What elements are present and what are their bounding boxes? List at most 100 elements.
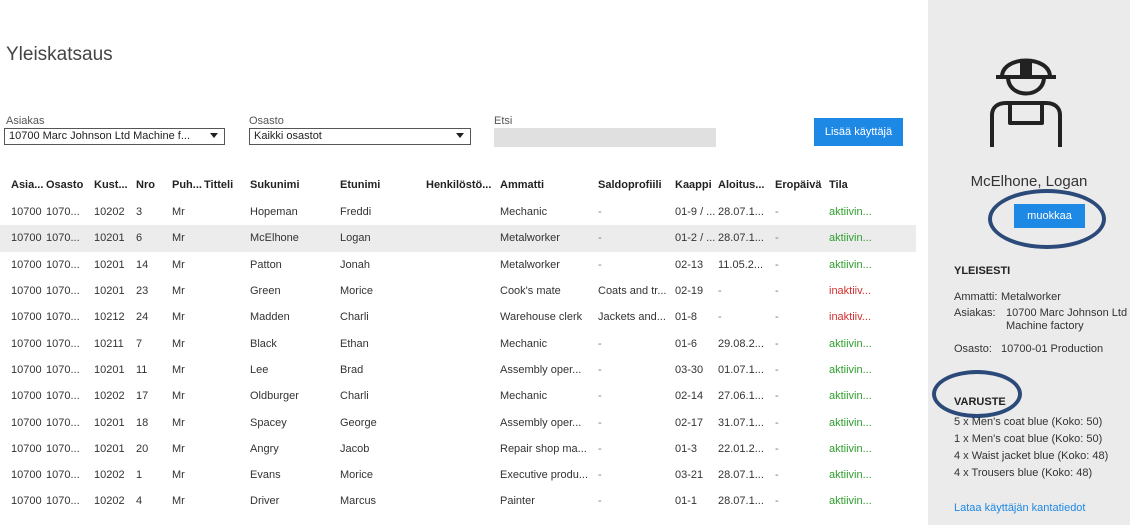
table-cell: 01-3 <box>675 442 698 455</box>
page-title: Yleiskatsaus <box>6 44 113 65</box>
table-row[interactable]: 10700 1070... 10201 18 Mr Spacey George Assembl… <box>0 409 916 435</box>
table-cell: 10202 <box>94 390 125 403</box>
table-cell <box>426 225 500 252</box>
column-header[interactable]: Kaappi <box>675 171 718 199</box>
table-cell <box>426 304 500 330</box>
customer-filter-label: Asiakas <box>6 115 45 127</box>
table-header-row: Asia... Osasto Kust... Nro Puh... Titteli Suku… <box>0 171 916 199</box>
table-cell: Mr <box>172 495 185 508</box>
table-cell <box>204 488 250 514</box>
table-row[interactable]: 10700 1070... 10201 6 Mr McElhone Logan Metalwo… <box>0 225 916 252</box>
table-cell <box>204 462 250 488</box>
table-cell: - <box>598 206 602 219</box>
table-cell <box>204 199 250 225</box>
column-header[interactable]: Kust... <box>94 171 136 199</box>
table-cell <box>426 488 500 514</box>
table-cell: 1070... <box>46 337 80 350</box>
table-cell: inaktiiv... <box>829 285 871 298</box>
table-cell: 1070... <box>46 442 80 455</box>
column-header[interactable]: Puh... <box>172 171 204 199</box>
table-cell: Ethan <box>340 337 369 350</box>
table-row[interactable]: 10700 1070... 10202 4 Mr Driver Marcus Painter -… <box>0 488 916 514</box>
table-cell: Mr <box>172 337 185 350</box>
column-header[interactable]: Nro <box>136 171 172 199</box>
table-row[interactable]: 10700 1070... 10202 3 Mr Hopeman Freddi Mechani… <box>0 199 916 225</box>
column-header[interactable]: Etunimi <box>340 171 426 199</box>
table-cell: 6 <box>136 225 172 252</box>
table-cell: 10700 <box>11 390 42 403</box>
table-cell <box>204 225 250 252</box>
customer-select-value: 10700 Marc Johnson Ltd Machine f... <box>9 130 190 142</box>
table-row[interactable]: 10700 1070... 10212 24 Mr Madden Charli Warehou… <box>0 304 916 330</box>
table-row[interactable]: 10700 1070... 10202 1 Mr Evans Morice Executive… <box>0 462 916 488</box>
occupation-info: Ammatti: Metalworker <box>954 291 1061 304</box>
table-cell: 29.08.2... <box>718 337 764 350</box>
table-cell: aktiivin... <box>829 442 872 455</box>
table-cell: 01-8 <box>675 311 698 324</box>
table-cell: 14 <box>136 258 149 271</box>
table-cell: McElhone <box>250 225 340 252</box>
table-cell: - <box>775 390 779 403</box>
table-cell: Green <box>250 285 281 298</box>
table-cell: 03-21 <box>675 469 704 482</box>
users-table: Asia... Osasto Kust... Nro Puh... Titteli Suku… <box>0 171 916 515</box>
table-cell <box>204 330 250 356</box>
table-cell: - <box>598 258 602 271</box>
table-cell: Driver <box>250 495 280 508</box>
column-header[interactable]: Tila <box>829 171 916 199</box>
table-cell: 10700 <box>11 416 42 429</box>
column-header[interactable]: Sukunimi <box>250 171 340 199</box>
table-cell: Mr <box>172 311 185 324</box>
column-header[interactable]: Titteli <box>204 171 250 199</box>
equipment-item: 4 x Waist jacket blue (Koko: 48) <box>954 450 1109 462</box>
table-cell: 02-17 <box>675 416 704 429</box>
column-header[interactable]: Osasto <box>46 171 94 199</box>
table-cell: 22.01.2... <box>718 442 764 455</box>
table-cell: 20 <box>136 442 149 455</box>
department-info: Osasto: 10700-01 Production <box>954 343 1103 356</box>
table-cell <box>204 278 250 304</box>
customer-select[interactable]: 10700 Marc Johnson Ltd Machine f... <box>4 128 225 145</box>
column-header[interactable]: Henkilöstö... <box>426 171 500 199</box>
table-cell: - <box>775 225 829 252</box>
worker-avatar-icon <box>990 58 1062 147</box>
table-row[interactable]: 10700 1070... 10201 11 Mr Lee Brad Assembly ope… <box>0 357 916 383</box>
table-cell: aktiivin... <box>829 416 872 429</box>
table-cell: 02-13 <box>675 258 704 271</box>
table-cell <box>426 357 500 383</box>
add-user-button[interactable]: Lisää käyttäjä <box>814 118 903 146</box>
chevron-down-icon <box>456 133 464 138</box>
table-cell: 1070... <box>46 258 80 271</box>
search-input[interactable] <box>494 128 716 147</box>
table-row[interactable]: 10700 1070... 10202 17 Mr Oldburger Charli Mech… <box>0 383 916 409</box>
table-cell: 28.07.1... <box>718 469 764 482</box>
equipment-list: 5 x Men's coat blue (Koko: 50) 1 x Men's… <box>954 414 1108 482</box>
table-cell: Mr <box>172 469 185 482</box>
table-row[interactable]: 10700 1070... 10201 20 Mr Angry Jacob Repair sh… <box>0 436 916 462</box>
download-user-data-link[interactable]: Lataa käyttäjän kantatiedot <box>954 502 1085 514</box>
column-header[interactable]: Saldoprofiili <box>598 171 675 199</box>
column-header[interactable]: Asia... <box>0 171 46 199</box>
table-cell: 17 <box>136 390 149 403</box>
customer-value-line1: 10700 Marc Johnson Ltd <box>1006 307 1128 319</box>
table-cell: Executive produ... <box>500 469 589 482</box>
table-cell: 10201 <box>94 416 125 429</box>
table-cell: Jonah <box>340 258 370 271</box>
table-cell: 1070... <box>46 285 80 298</box>
department-select[interactable]: Kaikki osastot <box>249 128 471 145</box>
table-cell: Black <box>250 337 277 350</box>
column-header[interactable]: Eropäivä <box>775 171 829 199</box>
table-cell: 3 <box>136 206 143 219</box>
table-cell: aktiivin... <box>829 225 916 252</box>
table-cell: Lee <box>250 363 269 376</box>
table-cell: 31.07.1... <box>718 416 764 429</box>
table-cell: 24 <box>136 311 149 324</box>
table-cell: aktiivin... <box>829 363 872 376</box>
column-header[interactable]: Ammatti <box>500 171 598 199</box>
column-header[interactable]: Aloitus... <box>718 171 775 199</box>
table-row[interactable]: 10700 1070... 10211 7 Mr Black Ethan Mechanic - 0… <box>0 330 916 356</box>
table-row[interactable]: 10700 1070... 10201 23 Mr Green Morice Cook's m… <box>0 278 916 304</box>
table-cell: Charli <box>340 390 369 403</box>
table-row[interactable]: 10700 1070... 10201 14 Mr Patton Jonah Metalwor… <box>0 252 916 278</box>
table-cell: - <box>598 363 602 376</box>
